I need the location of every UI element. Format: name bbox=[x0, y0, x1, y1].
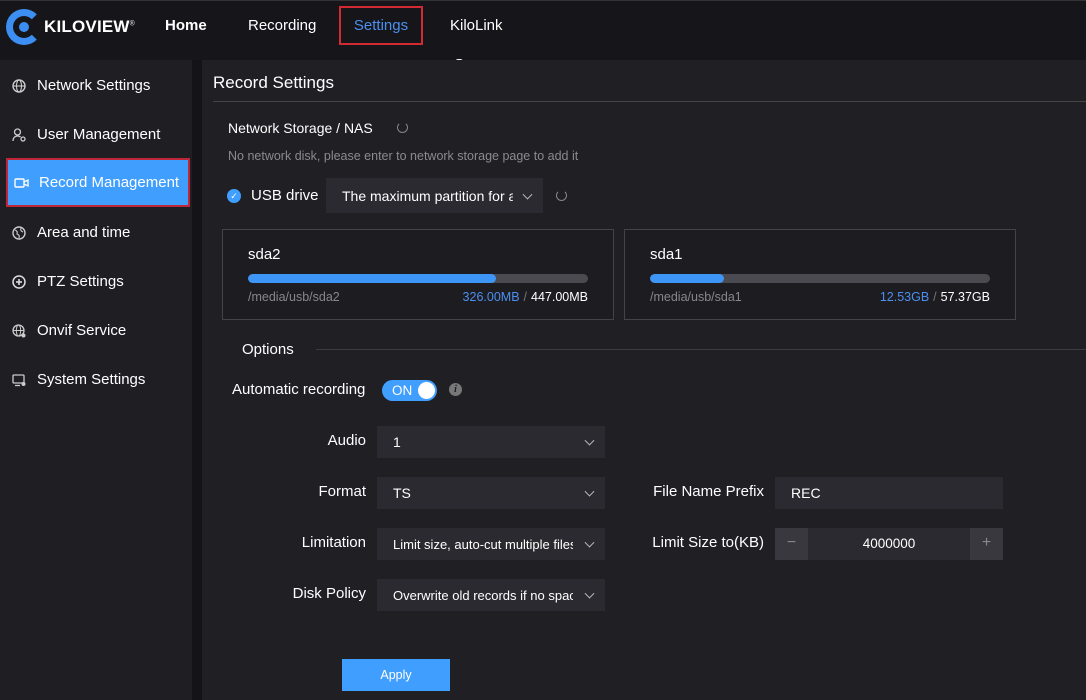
disk-used: 12.53GB bbox=[879, 290, 930, 304]
usb-drive-label: USB drive bbox=[251, 187, 319, 204]
disk-path: /media/usb/sda2 bbox=[248, 290, 340, 304]
nas-label: Network Storage / NAS bbox=[228, 120, 373, 136]
nav-settings[interactable]: Settings bbox=[339, 6, 423, 45]
apply-button[interactable]: Apply bbox=[342, 659, 450, 691]
sidebar-item-system-settings[interactable]: System Settings bbox=[0, 355, 192, 404]
sidebar-item-label: Area and time bbox=[37, 224, 131, 241]
limit-size-label: Limit Size to(KB) bbox=[652, 534, 764, 551]
options-divider bbox=[316, 349, 1086, 350]
disk-usage-bar bbox=[650, 274, 990, 283]
chevron-down-icon bbox=[584, 588, 595, 599]
increment-button[interactable]: + bbox=[970, 528, 1003, 560]
sidebar-item-user-management[interactable]: User Management bbox=[0, 110, 192, 159]
decrement-button[interactable]: − bbox=[775, 528, 808, 560]
sidebar-item-label: Network Settings bbox=[37, 77, 151, 94]
logo-icon bbox=[6, 9, 42, 45]
limit-size-input[interactable]: 4000000 bbox=[808, 528, 970, 560]
sidebar-item-record-management[interactable]: Record Management bbox=[6, 158, 190, 207]
info-icon[interactable]: i bbox=[449, 383, 462, 396]
disk-usage-fill bbox=[650, 274, 725, 283]
audio-select[interactable]: 1 bbox=[377, 426, 605, 458]
file-prefix-label: File Name Prefix bbox=[653, 483, 764, 500]
usb-partition-value: The maximum partition for automatic bbox=[342, 187, 513, 204]
nas-refresh-icon[interactable] bbox=[397, 122, 408, 133]
chevron-down-icon bbox=[522, 189, 533, 200]
disk-usage: 12.53GB/57.37GB bbox=[879, 290, 990, 304]
disk-card-sda2[interactable]: sda2 /media/usb/sda2 326.00MB/447.00MB bbox=[222, 229, 614, 320]
video-camera-icon bbox=[13, 175, 29, 191]
auto-recording-toggle[interactable]: ON bbox=[382, 380, 437, 401]
limitation-label: Limitation bbox=[301, 534, 366, 551]
nas-hint: No network disk, please enter to network… bbox=[228, 149, 579, 163]
sidebar-item-ptz-settings[interactable]: PTZ Settings bbox=[0, 257, 192, 306]
limit-size-stepper: − 4000000 + bbox=[775, 528, 1003, 560]
disk-usage-bar bbox=[248, 274, 588, 283]
chevron-down-icon bbox=[584, 537, 595, 548]
disk-usage: 326.00MB/447.00MB bbox=[462, 290, 588, 304]
monitor-gear-icon bbox=[11, 372, 27, 388]
disk-name: sda1 bbox=[650, 246, 683, 263]
limitation-select[interactable]: Limit size, auto-cut multiple files bbox=[377, 528, 605, 560]
sidebar: Network Settings User Management Record … bbox=[0, 60, 192, 700]
disk-policy-select[interactable]: Overwrite old records if no space bbox=[377, 579, 605, 611]
nav-home[interactable]: Home bbox=[165, 6, 207, 45]
sidebar-item-label: Onvif Service bbox=[37, 322, 127, 339]
globe-icon bbox=[11, 78, 27, 94]
earth-icon bbox=[11, 225, 27, 241]
chevron-down-icon bbox=[584, 435, 595, 446]
disk-total: 57.37GB bbox=[940, 290, 990, 304]
disk-policy-label: Disk Policy bbox=[292, 585, 366, 602]
toggle-knob bbox=[418, 382, 435, 399]
auto-recording-label: Automatic recording bbox=[232, 381, 366, 398]
sidebar-item-label: System Settings bbox=[37, 371, 146, 388]
disk-card-sda1[interactable]: sda1 /media/usb/sda1 12.53GB/57.37GB bbox=[624, 229, 1016, 320]
sidebar-item-network-settings[interactable]: Network Settings bbox=[0, 61, 192, 110]
disk-used: 326.00MB bbox=[462, 290, 520, 304]
sidebar-item-label: User Management bbox=[37, 126, 161, 143]
chevron-down-icon bbox=[584, 486, 595, 497]
file-prefix-input[interactable]: REC bbox=[775, 477, 1003, 509]
nav-recording[interactable]: Recording bbox=[248, 6, 316, 45]
usb-partition-select[interactable]: The maximum partition for automatic bbox=[326, 178, 543, 213]
sidebar-item-onvif-service[interactable]: Onvif Service bbox=[0, 306, 192, 355]
disk-total: 447.00MB bbox=[531, 290, 588, 304]
format-label: Format bbox=[318, 483, 366, 500]
globe-gear-icon bbox=[11, 323, 27, 339]
check-icon: ✓ bbox=[230, 190, 238, 201]
sidebar-item-area-and-time[interactable]: Area and time bbox=[0, 208, 192, 257]
kiloview-logo[interactable]: KILOVIEW® bbox=[6, 8, 135, 46]
user-gear-icon bbox=[11, 127, 27, 143]
disk-name: sda2 bbox=[248, 246, 281, 263]
disk-usage-fill bbox=[248, 274, 496, 283]
sidebar-item-label: PTZ Settings bbox=[37, 273, 124, 290]
logo-text: KILOVIEW® bbox=[44, 17, 136, 36]
audio-label: Audio bbox=[327, 432, 366, 449]
circle-plus-icon bbox=[11, 274, 27, 290]
nav-kilolink-server[interactable]: KiloLink Server bbox=[450, 6, 503, 73]
disk-path: /media/usb/sda1 bbox=[650, 290, 742, 304]
page-title: Record Settings bbox=[213, 73, 334, 92]
options-section-label: Options bbox=[242, 341, 294, 358]
usb-drive-checkbox[interactable]: ✓ bbox=[227, 189, 241, 203]
format-select[interactable]: TS bbox=[377, 477, 605, 509]
usb-refresh-icon[interactable] bbox=[556, 190, 567, 201]
top-bar: KILOVIEW® Home Recording Settings KiloLi… bbox=[0, 0, 1086, 73]
sidebar-item-label: Record Management bbox=[39, 174, 180, 191]
title-divider bbox=[213, 101, 1086, 102]
sidebar-gutter bbox=[192, 60, 202, 700]
main-panel: Record Settings Network Storage / NAS No… bbox=[202, 60, 1086, 700]
